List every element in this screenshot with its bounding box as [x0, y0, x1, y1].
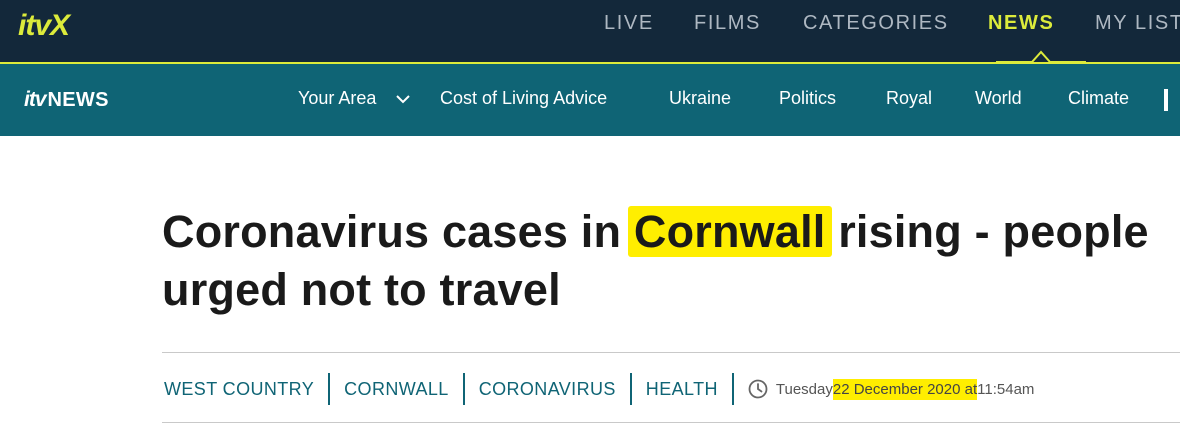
itvx-logo-text: itvX — [18, 9, 72, 42]
tag-health[interactable]: HEALTH — [632, 373, 734, 405]
headline-text-start: Coronavirus cases in — [162, 206, 634, 257]
meta-divider-top — [162, 352, 1180, 353]
top-nav-live[interactable]: LIVE — [604, 12, 654, 35]
subnav-climate[interactable]: Climate — [1068, 88, 1129, 109]
meta-divider-bottom — [162, 422, 1180, 423]
top-nav-films[interactable]: FILMS — [694, 12, 761, 35]
subnav-politics[interactable]: Politics — [779, 88, 836, 109]
publish-day: Tuesday — [775, 380, 833, 398]
subnav-world[interactable]: World — [975, 88, 1022, 109]
subnav-cost-of-living[interactable]: Cost of Living Advice — [440, 88, 607, 109]
subnav-royal[interactable]: Royal — [886, 88, 932, 109]
clock-icon — [748, 379, 768, 399]
tag-coronavirus[interactable]: CORONAVIRUS — [465, 373, 632, 405]
article-tags: WEST COUNTRY CORNWALL CORONAVIRUS HEALTH… — [162, 373, 1034, 405]
publish-date-highlight: 22 December 2020 at — [832, 378, 978, 400]
publish-time: 11:54am — [977, 380, 1035, 398]
tag-west-country[interactable]: WEST COUNTRY — [162, 373, 331, 405]
top-nav-news[interactable]: NEWS — [988, 12, 1054, 35]
tag-cornwall[interactable]: CORNWALL — [330, 373, 465, 405]
top-nav-categories[interactable]: CATEGORIES — [803, 12, 949, 35]
headline-highlight: Cornwall — [627, 206, 832, 257]
subnav-ukraine[interactable]: Ukraine — [669, 88, 731, 109]
itv-news-logo-news: NEWS — [47, 88, 109, 111]
itv-news-logo[interactable]: itv NEWS — [24, 88, 109, 112]
itv-news-logo-itv: itv — [24, 88, 46, 111]
chevron-down-icon[interactable] — [396, 94, 410, 104]
subnav-your-area[interactable]: Your Area — [298, 88, 376, 109]
itvx-logo[interactable]: itvX — [18, 8, 98, 42]
publish-date: Tuesday 22 December 2020 at 11:54am — [734, 378, 1035, 400]
subnav-overflow-edge — [1164, 89, 1168, 111]
active-notch-indicator — [996, 50, 1086, 63]
itvx-top-bar: itvX LIVE FILMS CATEGORIES NEWS MY LIST — [0, 0, 1180, 64]
article-headline: Coronavirus cases in Cornwall rising - p… — [162, 203, 1172, 319]
news-sub-nav: itv NEWS Your Area Cost of Living Advice… — [0, 64, 1180, 136]
top-nav-my-list[interactable]: MY LIST — [1095, 12, 1180, 35]
